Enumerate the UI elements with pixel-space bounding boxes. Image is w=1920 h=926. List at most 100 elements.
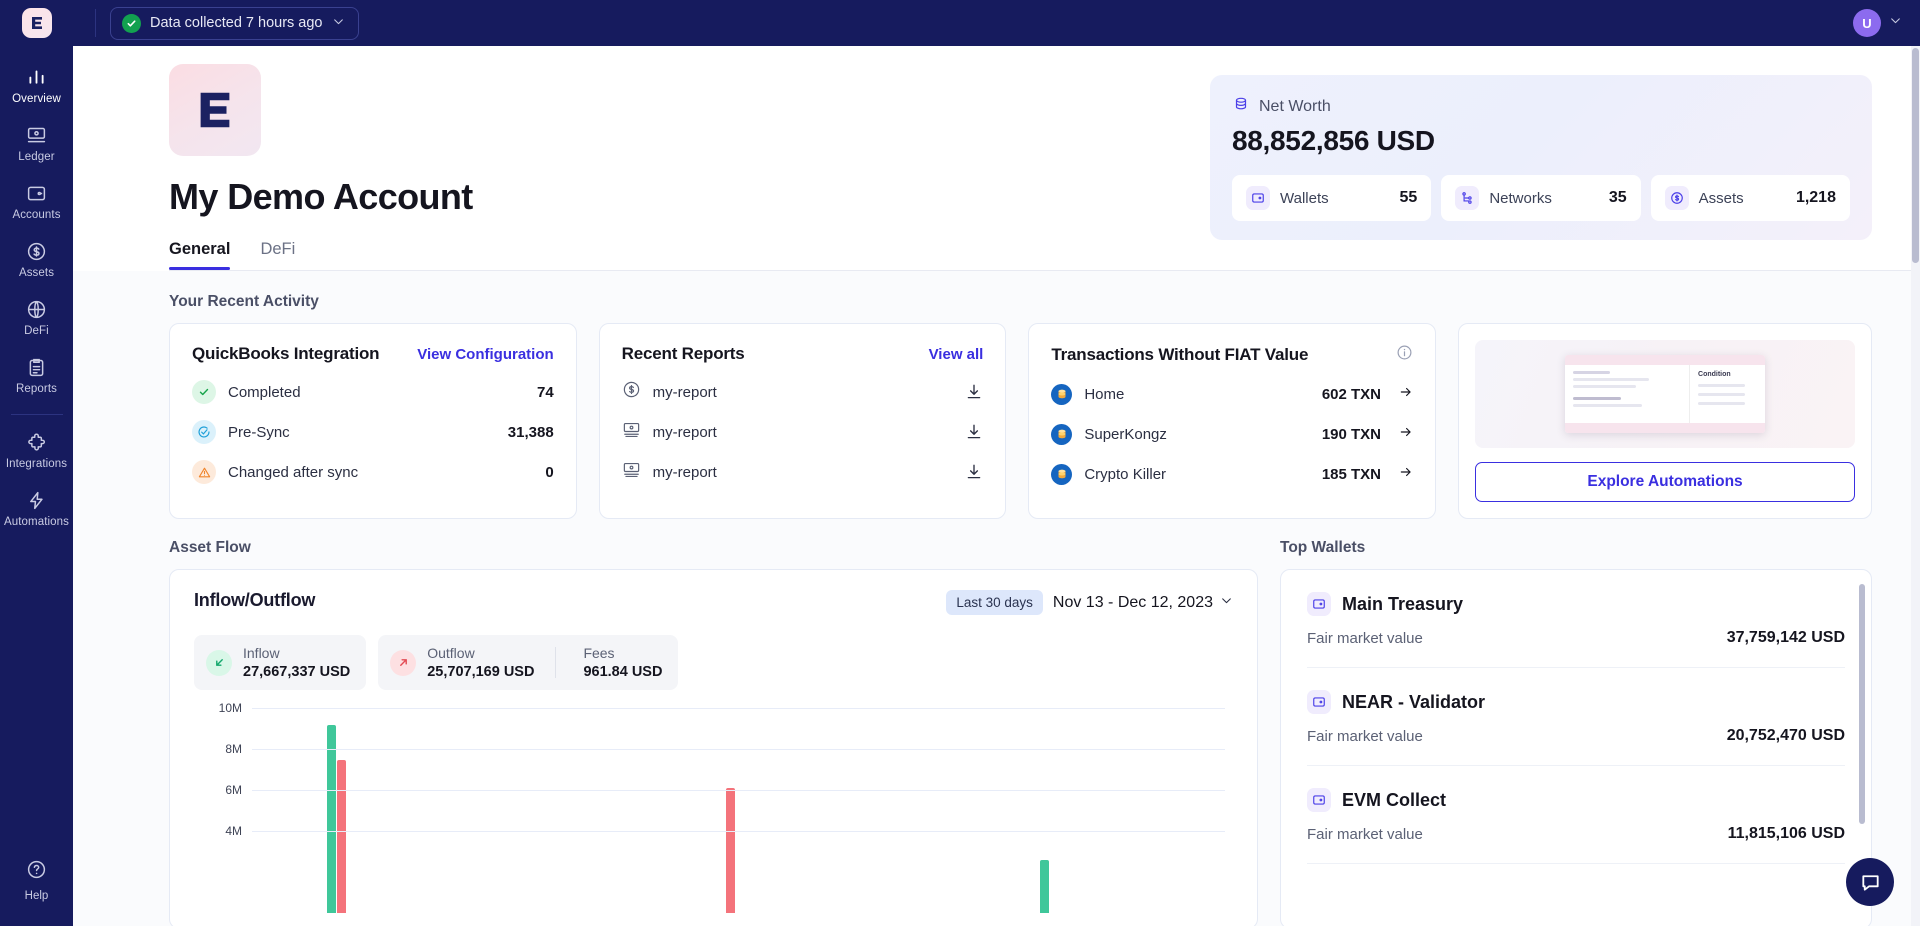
sidebar-logo[interactable] [0,0,73,46]
tab-general[interactable]: General [169,240,231,270]
chart-bar-inflow[interactable] [1040,859,1050,913]
preview-line [1573,397,1621,400]
account-header-right: Net Worth 88,852,856 USD Wallets 55 Netw… [1210,64,1920,270]
chart-bar-outflow[interactable] [336,760,346,913]
ledger-icon [26,125,47,146]
chip-value: 961.84 USD [583,664,663,680]
net-worth-value: 88,852,856 USD [1232,125,1435,156]
card-title: Transactions Without FIAT Value [1051,345,1309,364]
sidebar-label: Reports [16,383,57,395]
range-preset-badge[interactable]: Last 30 days [946,590,1043,615]
view-configuration-link[interactable]: View Configuration [417,346,553,363]
sidebar-item-defi[interactable]: DeFi [0,288,73,346]
coin-stack-icon [1051,383,1073,405]
list-item[interactable]: my-report [622,372,984,412]
quickbooks-card: QuickBooks Integration View Configuratio… [169,323,577,519]
row-label: Completed [228,383,301,401]
sidebar-item-assets[interactable]: Assets [0,230,73,288]
account-header-left: My Demo Account General DeFi [73,64,1210,270]
card-title: Recent Reports [621,344,745,363]
chart-bar-inflow[interactable] [326,725,336,913]
chart-gridline [252,790,1225,791]
date-range-label: Nov 13 - Dec 12, 2023 [1052,593,1213,611]
page-scrollbar-thumb[interactable] [1912,48,1919,263]
dollar-coin-icon [26,241,47,262]
avatar: U [1853,9,1881,37]
wallet-item[interactable]: EVM Collect Fair market value 11,815,106… [1307,766,1845,864]
sidebar-item-accounts[interactable]: Accounts [0,172,73,230]
card-header: QuickBooks Integration View Configuratio… [192,344,554,364]
row-value: 190 TXN [1321,425,1382,443]
chat-bubble-icon[interactable] [1846,858,1894,906]
chip-label: Outflow [427,645,475,661]
check-icon [192,380,216,404]
tab-defi[interactable]: DeFi [260,240,295,270]
card-header: Recent Reports View all [622,344,984,364]
chart-title: Inflow/Outflow [194,590,316,610]
preview-line [1573,385,1636,388]
table-row[interactable]: Crypto Killer 185 TXN [1051,454,1413,494]
data-collected-status[interactable]: Data collected 7 hours ago [110,6,359,40]
table-row[interactable]: Home 602 TXN [1051,374,1413,414]
download-icon[interactable] [965,463,983,481]
preview-body: Condition [1565,365,1765,423]
chart-bar-outflow[interactable] [726,787,735,913]
explore-automations-button[interactable]: Explore Automations [1475,462,1856,502]
lower-section-headings: Asset Flow Top Wallets [169,539,1872,569]
chart-bars [252,708,1225,913]
account-tabs: General DeFi [169,240,1210,270]
chip-label: Fees [583,645,615,661]
wallet-item[interactable]: NEAR - Validator Fair market value 20,75… [1307,668,1845,766]
sidebar-item-reports[interactable]: Reports [0,346,73,404]
row-label: Home [1084,385,1125,403]
topbar: Data collected 7 hours ago U [73,0,1920,46]
table-row[interactable]: Changed after sync 0 [192,452,554,492]
stat-networks[interactable]: Networks 35 [1441,175,1641,221]
table-row[interactable]: SuperKongz 190 TXN [1051,414,1413,454]
wallet-name: Main Treasury [1342,593,1464,614]
chevron-down-icon [1220,594,1233,612]
download-icon[interactable] [965,383,983,401]
row-value: 602 TXN [1321,385,1382,403]
user-menu[interactable]: U [1853,9,1902,37]
wallet-name: NEAR - Validator [1342,691,1486,712]
list-item[interactable]: my-report [622,452,984,492]
info-icon[interactable] [1396,344,1413,366]
sidebar-item-help[interactable]: Help [25,859,48,902]
inflow-outflow-card: Inflow/Outflow Last 30 days Nov 13 - Dec… [169,569,1258,926]
sidebar-item-integrations[interactable]: Integrations [0,421,73,479]
card-header: Transactions Without FIAT Value [1051,344,1413,366]
bar-chart-icon [26,67,47,88]
row-value: 74 [536,383,554,401]
row-value: 31,388 [507,423,554,441]
stat-value: 55 [1399,189,1418,206]
wallet-item[interactable]: Main Treasury Fair market value 37,759,1… [1307,570,1845,668]
chart-gridline [252,831,1225,832]
chart-y-tick-label: 10M [218,701,242,715]
download-icon[interactable] [965,423,983,441]
network-icon [1455,186,1480,210]
page-scrollbar-track[interactable] [1911,46,1920,926]
chart-gridline [252,749,1225,750]
sidebar-item-ledger[interactable]: Ledger [0,114,73,172]
activity-cards-row: QuickBooks Integration View Configuratio… [169,323,1873,519]
wallet-value-row: Fair market value 20,752,470 USD [1307,727,1845,745]
coins-stack-icon [1232,95,1250,118]
view-all-link[interactable]: View all [929,346,984,363]
wallets-scrollbar[interactable] [1859,584,1865,824]
stat-wallets[interactable]: Wallets 55 [1232,175,1432,221]
sidebar-item-automations[interactable]: Automations [0,479,73,537]
stat-assets[interactable]: Assets 1,218 [1650,175,1850,221]
chip-value: 25,707,169 USD [427,664,535,680]
bolt-icon [26,490,47,511]
date-range-picker[interactable]: Nov 13 - Dec 12, 2023 [1053,594,1233,612]
sidebar-item-overview[interactable]: Overview [0,56,73,114]
report-name: my-report [652,423,717,441]
page-title: My Demo Account [169,176,473,217]
report-name: my-report [652,383,717,401]
table-row[interactable]: Pre-Sync 31,388 [192,412,554,452]
table-row[interactable]: Completed 74 [192,372,554,412]
preview-line [1573,378,1649,381]
wallet-icon [26,183,47,204]
list-item[interactable]: my-report [622,412,984,452]
